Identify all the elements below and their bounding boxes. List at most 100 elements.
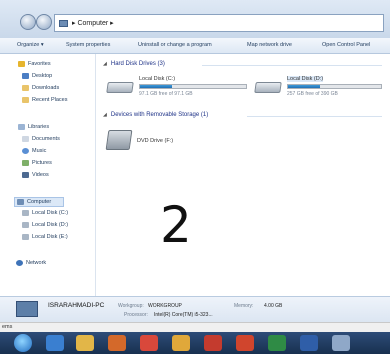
computer-icon <box>59 19 68 27</box>
word-icon[interactable] <box>300 335 318 351</box>
recent-places-icon <box>22 97 29 103</box>
hard-disk-drives-group[interactable]: ◢ Hard Disk Drives (3) <box>103 61 165 67</box>
sidebar-item-local-disk-e[interactable]: Local Disk (E:) <box>22 234 68 240</box>
taskbar <box>0 332 390 354</box>
chrome-icon[interactable] <box>140 335 158 351</box>
sidebar-item-label: Documents <box>32 136 60 142</box>
group-divider <box>202 65 382 66</box>
content-pane: ◢ Hard Disk Drives (3) Local Disk (C:) 9… <box>97 54 390 296</box>
status-text: ems <box>2 324 13 330</box>
navigation-pane: Favorites Desktop Downloads Recent Place… <box>0 54 96 296</box>
videos-icon <box>22 172 29 178</box>
music-icon <box>22 148 29 154</box>
sidebar-item-music[interactable]: Music <box>22 148 46 154</box>
back-button[interactable] <box>20 14 36 30</box>
status-bar: ems <box>0 322 390 332</box>
downloads-icon <box>22 85 29 91</box>
sidebar-item-label: Local Disk (E:) <box>32 234 68 240</box>
drive-usage-bar <box>287 84 382 89</box>
desktop-icon <box>22 73 29 79</box>
processor-value: Intel(R) Core(TM) i5-323... <box>154 312 213 318</box>
sidebar-computer[interactable]: Computer <box>14 197 65 207</box>
computer-icon <box>16 301 38 317</box>
drive-dvd-f[interactable]: DVD Drive (F:) <box>105 130 227 154</box>
drive-local-disk-d[interactable]: Local Disk (D:) 257 GB free of 390 GB <box>254 76 390 104</box>
drive-usage-fill <box>140 85 172 88</box>
start-button-icon[interactable] <box>14 334 32 352</box>
forward-button[interactable] <box>36 14 52 30</box>
sidebar-item-local-disk-c[interactable]: Local Disk (C:) <box>22 210 68 216</box>
disk-icon <box>22 210 29 216</box>
powerpoint-icon[interactable] <box>236 335 254 351</box>
sidebar-item-documents[interactable]: Documents <box>22 136 60 142</box>
sidebar-item-label: Recent Places <box>32 97 68 103</box>
star-icon <box>18 61 25 67</box>
uninstall-program-button[interactable]: Uninstall or change a program <box>138 42 212 48</box>
hard-disk-icon <box>106 82 134 93</box>
sidebar-network-label: Network <box>26 260 47 266</box>
workgroup-label: Workgroup: <box>118 303 144 309</box>
collapse-triangle-icon: ◢ <box>103 112 107 118</box>
system-properties-button[interactable]: System properties <box>66 42 110 48</box>
organize-button[interactable]: Organize ▾ <box>17 42 44 48</box>
address-path: ▸ Computer ▸ <box>72 20 114 27</box>
media-player-icon[interactable] <box>108 335 126 351</box>
drive-usage-fill <box>288 85 320 88</box>
network-icon <box>16 260 23 266</box>
sidebar-favorites[interactable]: Favorites <box>18 61 51 67</box>
command-bar: Organize ▾ System properties Uninstall o… <box>0 38 390 54</box>
app-icon[interactable] <box>332 335 350 351</box>
address-bar[interactable]: ▸ Computer ▸ <box>54 14 384 32</box>
folder-icon[interactable] <box>172 335 190 351</box>
internet-explorer-icon[interactable] <box>46 335 64 351</box>
disk-icon <box>22 222 29 228</box>
pictures-icon <box>22 160 29 166</box>
group-title: Devices with Removable Storage (1) <box>110 112 209 118</box>
memory-value: 4.00 GB <box>264 303 283 309</box>
sidebar-libraries[interactable]: Libraries <box>18 124 49 130</box>
map-network-drive-button[interactable]: Map network drive <box>247 42 292 48</box>
sidebar-network[interactable]: Network <box>16 260 46 266</box>
sidebar-item-label: Local Disk (C:) <box>32 210 69 216</box>
drive-name: DVD Drive (F:) <box>137 138 174 144</box>
processor-label: Processor: <box>124 312 148 318</box>
drive-free-space: 97.1 GB free of 97.1 GB <box>139 91 193 97</box>
dvd-drive-icon <box>105 130 133 150</box>
sidebar-item-label: Desktop <box>32 73 53 79</box>
libraries-icon <box>18 124 25 130</box>
sidebar-item-desktop[interactable]: Desktop <box>22 73 52 79</box>
sidebar-item-label: Downloads <box>32 85 60 91</box>
sidebar-computer-label: Computer <box>27 199 52 205</box>
open-control-panel-button[interactable]: Open Control Panel <box>322 42 370 48</box>
sidebar-item-label: Pictures <box>32 160 52 166</box>
drive-name: Local Disk (C:) <box>139 76 176 82</box>
sidebar-item-recent-places[interactable]: Recent Places <box>22 97 67 103</box>
documents-icon <box>22 136 29 142</box>
sidebar-item-pictures[interactable]: Pictures <box>22 160 52 166</box>
explorer-folder-icon[interactable] <box>76 335 94 351</box>
sidebar-item-label: Music <box>32 148 47 154</box>
group-divider <box>247 116 382 117</box>
group-title: Hard Disk Drives (3) <box>110 61 165 67</box>
drive-name: Local Disk (D:) <box>287 76 324 82</box>
drive-usage-bar <box>139 84 247 89</box>
sidebar-item-downloads[interactable]: Downloads <box>22 85 59 91</box>
sidebar-libraries-label: Libraries <box>28 124 50 130</box>
sidebar-favorites-label: Favorites <box>28 61 51 67</box>
memory-label: Memory: <box>234 303 254 309</box>
removable-storage-group[interactable]: ◢ Devices with Removable Storage (1) <box>103 112 208 118</box>
sidebar-item-label: Local Disk (D:) <box>32 222 69 228</box>
computer-icon <box>17 199 24 205</box>
details-pane: ISRARAHMADI-PC Workgroup: WORKGROUP Memo… <box>0 296 390 322</box>
workgroup-value: WORKGROUP <box>148 303 182 309</box>
sidebar-item-local-disk-d[interactable]: Local Disk (D:) <box>22 222 68 228</box>
collapse-triangle-icon: ◢ <box>103 61 107 67</box>
excel-icon[interactable] <box>268 335 286 351</box>
hard-disk-icon <box>254 82 282 93</box>
app-red-icon[interactable] <box>204 335 222 351</box>
sidebar-item-videos[interactable]: Videos <box>22 172 49 178</box>
drive-local-disk-c[interactable]: Local Disk (C:) 97.1 GB free of 97.1 GB <box>106 76 257 104</box>
drive-free-space: 257 GB free of 390 GB <box>287 91 338 97</box>
disk-icon <box>22 234 29 240</box>
computer-name: ISRARAHMADI-PC <box>48 302 105 309</box>
